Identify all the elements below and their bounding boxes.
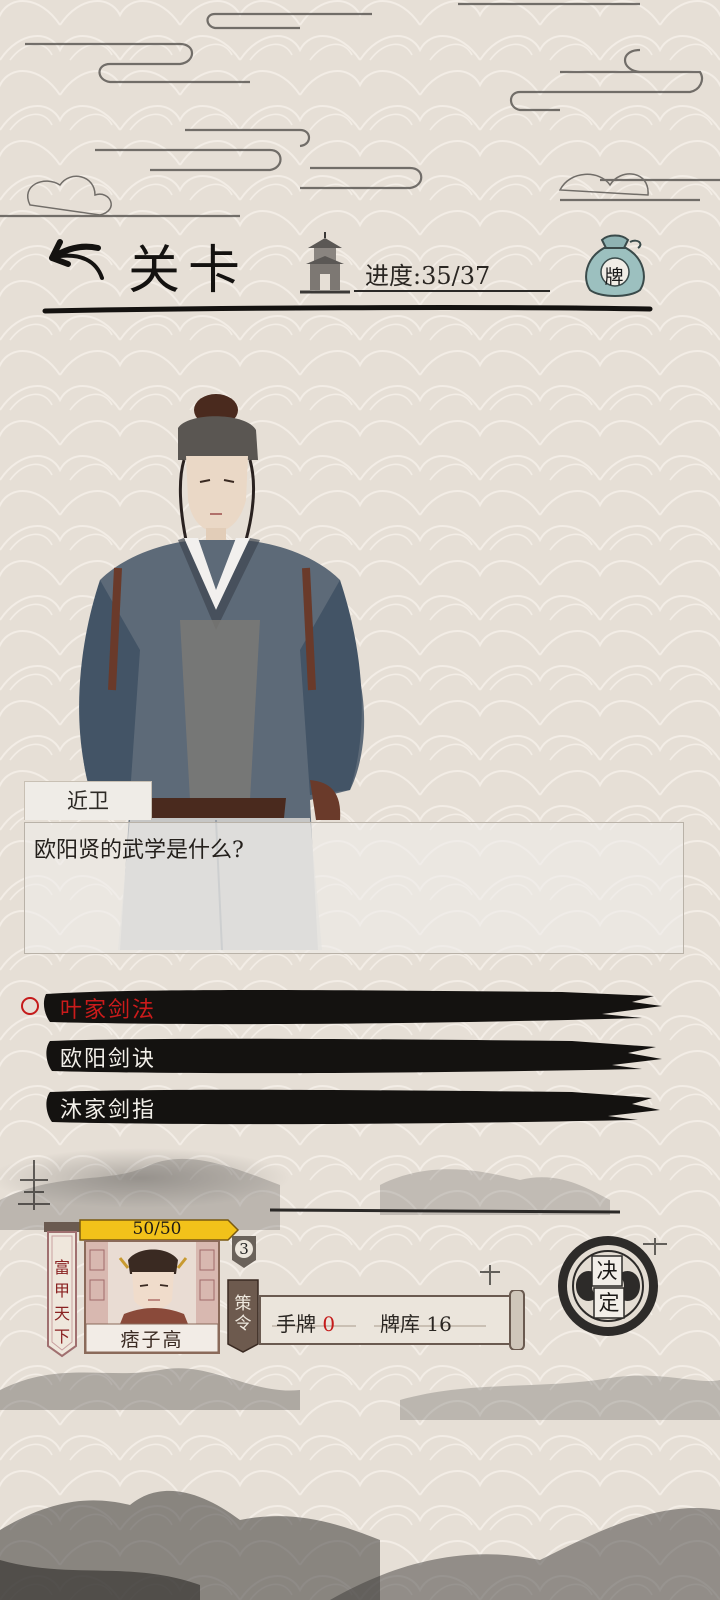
answer-option-3[interactable]: 沐家剑指 [42,1084,666,1130]
character-name: 痞子高 [120,1329,184,1351]
strategy-label: 策令 [234,1294,252,1334]
deck-label: 牌库 [380,1312,420,1336]
progress-label: 进度: [365,262,422,290]
answer-option-label: 叶家剑法 [60,998,157,1023]
decide-seal-icon: 决 定 [558,1236,658,1336]
back-arrow-icon [49,239,104,280]
title-banner-text: 富甲天下 [53,1258,70,1346]
decide-label-top: 决 [597,1259,618,1283]
cost-value: 3 [239,1240,249,1258]
hand-count: 0 [322,1312,336,1336]
answer-option-label: 沐家剑指 [60,1098,157,1123]
deck-count: 16 [426,1312,452,1336]
hand-count-display: 手牌 0 [276,1308,335,1337]
progress-indicator: 进度:35/37 [365,256,490,291]
hand-label: 手牌 [276,1312,316,1336]
selected-option-indicator-icon [21,997,39,1015]
deck-count-display: 牌库 16 [380,1308,452,1337]
progress-value: 35/37 [421,262,491,290]
dialog-question-text: 欧阳贤的武学是什么? [34,838,244,863]
bag-label: 牌 [604,266,624,288]
back-button[interactable] [40,232,114,296]
speaker-name-tab: 近卫 [24,781,152,820]
progress-underline [354,290,550,292]
answer-option-2[interactable]: 欧阳剑诀 [42,1033,666,1079]
tower-icon [300,232,350,294]
answer-option-label: 欧阳剑诀 [60,1047,157,1072]
decide-label-bottom: 定 [599,1291,620,1315]
decide-button[interactable]: 决 定 [554,1232,662,1340]
answer-option-1[interactable]: 叶家剑法 [42,984,666,1030]
page-title: 关卡 [128,241,249,301]
hp-text: 50/50 [132,1219,182,1239]
